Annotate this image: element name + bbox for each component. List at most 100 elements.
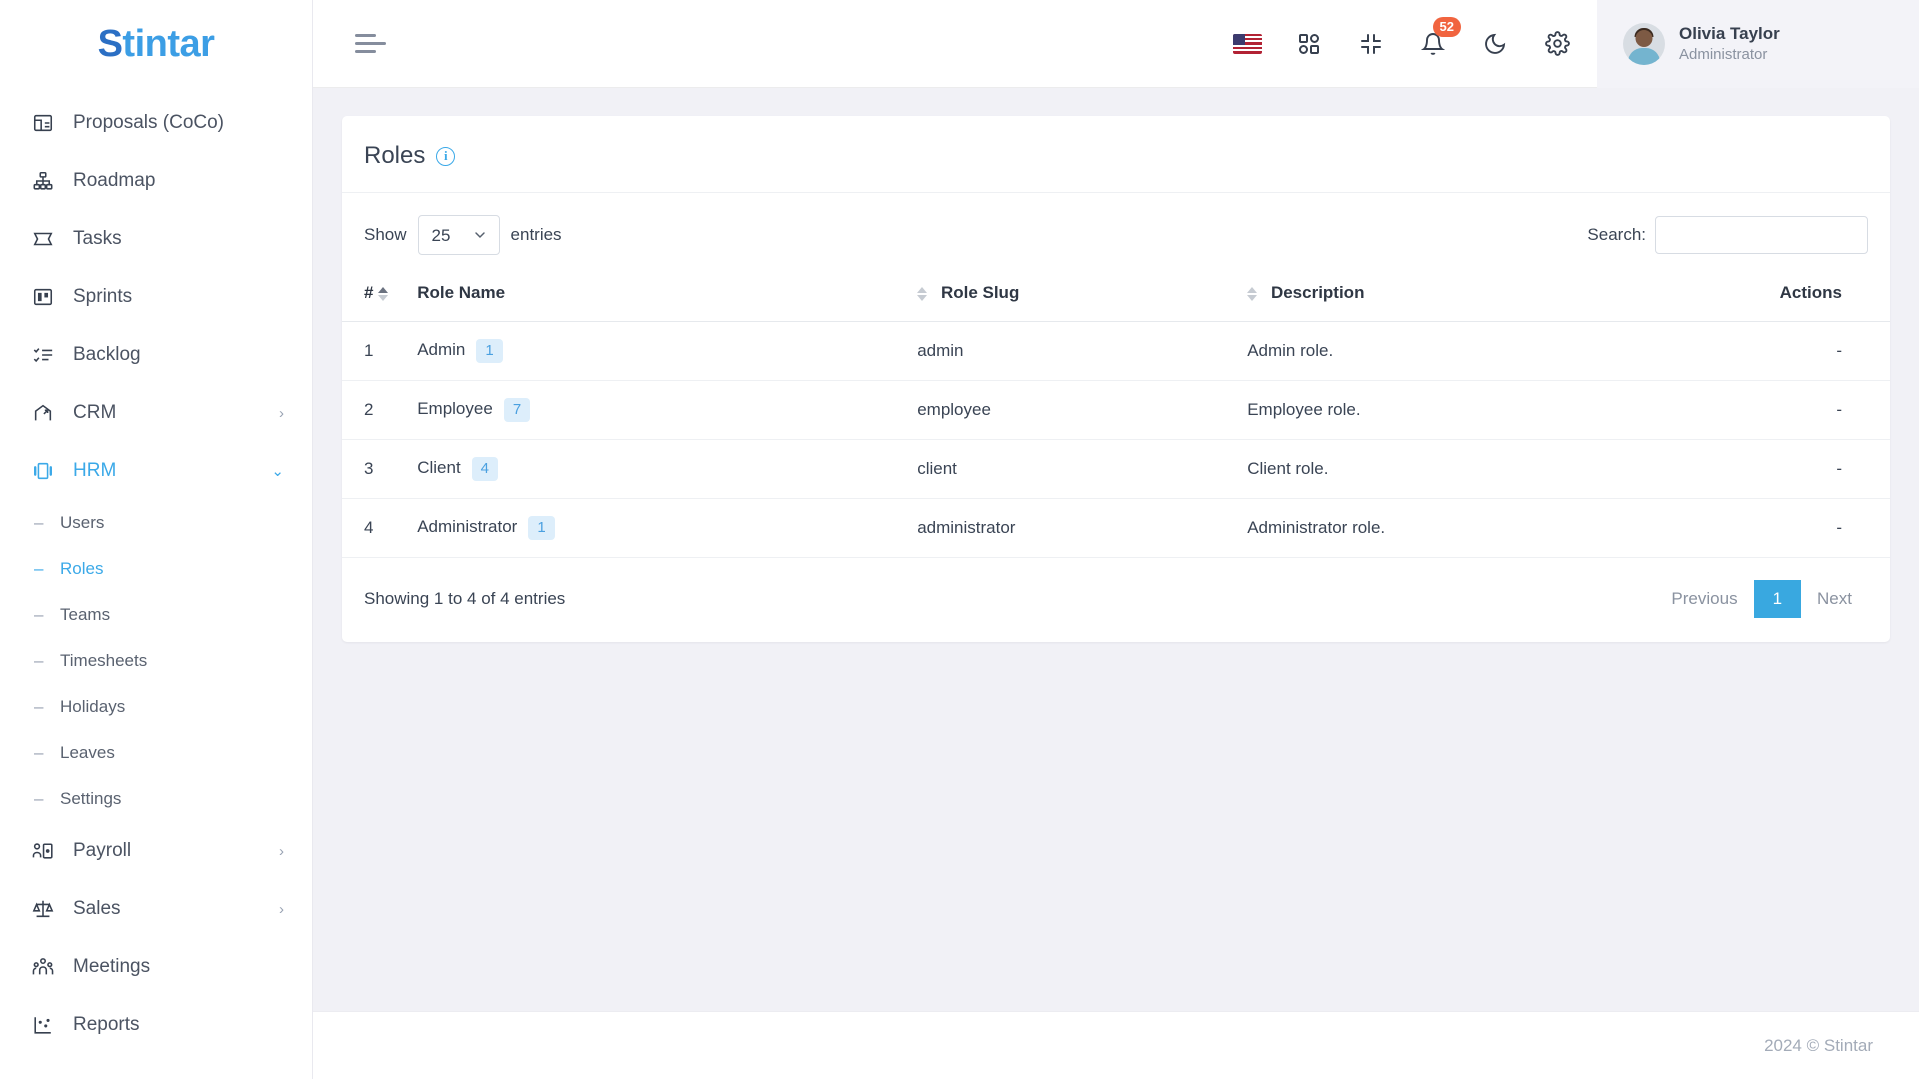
content-area: Roles i Show 10 25 50 100 <box>313 88 1919 1011</box>
column-header-index[interactable]: # <box>342 269 408 322</box>
settings-button[interactable] <box>1541 28 1573 60</box>
cell-role-name: Employee 7 <box>407 380 908 440</box>
sidebar-item-meetings[interactable]: Meetings <box>0 938 312 996</box>
column-label: Actions <box>1779 283 1842 302</box>
sidebar-item-label: Sprints <box>73 286 133 307</box>
sidebar-item-reports[interactable]: Reports <box>0 996 312 1054</box>
sidebar-nav: Proposals (CoCo) Roadmap Tasks Sprints B… <box>0 88 312 1079</box>
hamburger-line <box>355 50 376 53</box>
brand-text: Stintar <box>98 23 215 66</box>
chevron-right-icon: › <box>279 404 284 422</box>
fullscreen-exit-icon[interactable] <box>1355 28 1387 60</box>
column-label: Role Name <box>417 283 506 302</box>
sidebar-item-proposals[interactable]: Proposals (CoCo) <box>0 94 312 152</box>
sidebar-item-roles[interactable]: – Roles <box>0 546 312 592</box>
sidebar-item-settings[interactable]: – Settings <box>0 776 312 822</box>
column-header-role-name[interactable]: Role Name <box>407 269 908 322</box>
cell-index: 3 <box>342 439 408 499</box>
cell-role-name: Administrator 1 <box>407 498 908 558</box>
cell-role-name: Admin 1 <box>407 321 908 381</box>
sidebar: Stintar Proposals (CoCo) Roadmap Tasks S… <box>0 0 313 1079</box>
info-icon[interactable]: i <box>436 146 456 166</box>
cell-role-slug: client <box>907 439 1238 499</box>
table-head: # Role Name Role Slug Description Action… <box>342 269 1890 322</box>
cell-role-slug: admin <box>907 321 1238 381</box>
column-header-description[interactable]: Description <box>1237 269 1770 322</box>
role-count-badge: 4 <box>471 457 499 481</box>
dash-icon: – <box>34 559 44 578</box>
search-input[interactable] <box>1655 216 1868 254</box>
sidebar-sub-item-label: Leaves <box>60 743 115 762</box>
cell-description: Client role. <box>1237 439 1770 499</box>
page-number-button[interactable]: 1 <box>1753 580 1802 618</box>
avatar-head <box>1635 29 1653 47</box>
sidebar-item-label: Tasks <box>73 228 122 249</box>
sidebar-item-leaves[interactable]: – Leaves <box>0 730 312 776</box>
page-footer: 2024 © Stintar <box>313 1011 1919 1079</box>
dash-icon: – <box>34 513 44 532</box>
column-header-role-slug[interactable]: Role Slug <box>907 269 1238 322</box>
sidebar-item-label: CRM <box>73 402 117 423</box>
user-menu[interactable]: Olivia Taylor Administrator <box>1597 0 1919 88</box>
sidebar-item-users[interactable]: – Users <box>0 500 312 546</box>
cell-actions: - <box>1769 439 1890 499</box>
dash-icon: – <box>34 789 44 808</box>
proposals-icon <box>30 110 56 136</box>
page-length-select[interactable]: 10 25 50 100 <box>417 215 500 255</box>
cell-index: 2 <box>342 380 408 440</box>
table-row[interactable]: 3 Client 4 client Client role. - <box>342 439 1890 499</box>
notification-badge: 52 <box>1432 16 1461 37</box>
sidebar-item-sales[interactable]: Sales › <box>0 880 312 938</box>
apps-grid-icon[interactable] <box>1293 28 1325 60</box>
sidebar-item-tasks[interactable]: Tasks <box>0 210 312 268</box>
cell-index: 1 <box>342 321 408 381</box>
avatar-body <box>1628 47 1660 65</box>
sidebar-sub-item-label: Users <box>60 513 105 532</box>
sidebar-item-holidays[interactable]: – Holidays <box>0 684 312 730</box>
column-header-actions: Actions <box>1769 269 1890 322</box>
cell-description: Administrator role. <box>1237 498 1770 558</box>
hrm-icon <box>30 458 56 484</box>
page-title: Roles <box>364 142 426 169</box>
us-flag-icon <box>1232 33 1262 54</box>
meetings-icon <box>30 954 56 980</box>
sidebar-item-sprints[interactable]: Sprints <box>0 268 312 326</box>
user-role: Administrator <box>1679 45 1768 63</box>
table-row[interactable]: 1 Admin 1 admin Admin role. - <box>342 321 1890 381</box>
notifications-button[interactable]: 52 <box>1417 16 1461 60</box>
sidebar-sub-item-label: Timesheets <box>60 651 148 670</box>
brand-logo[interactable]: Stintar <box>0 0 312 88</box>
table-footer: Showing 1 to 4 of 4 entries Previous 1 N… <box>342 558 1890 642</box>
sales-icon <box>30 896 56 922</box>
column-label: Description <box>1270 283 1365 302</box>
dash-icon: – <box>34 743 44 762</box>
sidebar-item-hrm[interactable]: HRM ⌄ <box>0 442 312 500</box>
backlog-icon <box>30 342 56 368</box>
cell-role-slug: administrator <box>907 498 1238 558</box>
dark-mode-toggle[interactable] <box>1479 28 1511 60</box>
table-row[interactable]: 4 Administrator 1 administrator Administr… <box>342 498 1890 558</box>
dash-icon: – <box>34 651 44 670</box>
card-header: Roles i <box>342 116 1890 193</box>
column-label: Role Slug <box>940 283 1020 302</box>
sidebar-item-crm[interactable]: CRM › <box>0 384 312 442</box>
sidebar-item-payroll[interactable]: Payroll › <box>0 822 312 880</box>
user-info: Olivia Taylor Administrator <box>1679 23 1780 65</box>
cell-description: Admin role. <box>1237 321 1770 381</box>
sidebar-sub-item-label: Roles <box>60 559 104 578</box>
roles-card: Roles i Show 10 25 50 100 <box>342 116 1890 642</box>
sidebar-item-teams[interactable]: – Teams <box>0 592 312 638</box>
next-page-button[interactable]: Next <box>1801 580 1868 618</box>
brand-name: tintar <box>122 22 215 65</box>
hamburger-icon[interactable] <box>355 34 389 53</box>
previous-page-button[interactable]: Previous <box>1655 580 1753 618</box>
sidebar-item-label: Reports <box>73 1014 140 1035</box>
language-selector[interactable] <box>1231 28 1263 60</box>
table-row[interactable]: 2 Employee 7 employee Employee role. - <box>342 380 1890 440</box>
payroll-icon <box>30 838 56 864</box>
sidebar-item-backlog[interactable]: Backlog <box>0 326 312 384</box>
sidebar-item-timesheets[interactable]: – Timesheets <box>0 638 312 684</box>
sidebar-item-roadmap[interactable]: Roadmap <box>0 152 312 210</box>
search-label: Search: <box>1587 225 1646 244</box>
cell-index: 4 <box>342 498 408 558</box>
